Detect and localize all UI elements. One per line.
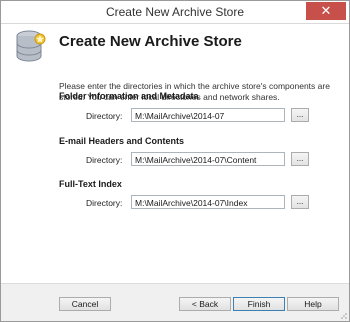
cancel-button[interactable]: Cancel: [59, 297, 111, 311]
page-title: Create New Archive Store: [59, 33, 242, 50]
directory-label-full-text-index: Directory:: [86, 198, 123, 208]
dialog-window: Create New Archive Store ✕ Create New Ar…: [0, 0, 350, 322]
close-button[interactable]: ✕: [306, 2, 346, 20]
finish-button[interactable]: Finish: [233, 297, 285, 311]
footer-divider: [1, 283, 349, 284]
section-title-folder-info: Folder Information and Metadata: [59, 91, 199, 101]
directory-label-email-headers: Directory:: [86, 155, 123, 165]
help-button[interactable]: Help: [287, 297, 339, 311]
window-title: Create New Archive Store: [105, 5, 245, 19]
full-text-index-browse-button[interactable]: ...: [291, 195, 309, 209]
dialog-content: Please enter the directories in which th…: [1, 81, 349, 283]
dialog-header: Create New Archive Store: [1, 24, 349, 81]
email-headers-directory-input[interactable]: M:\MailArchive\2014-07\Content: [131, 152, 285, 166]
resize-grip-icon[interactable]: [339, 311, 347, 319]
email-headers-browse-button[interactable]: ...: [291, 152, 309, 166]
back-button[interactable]: < Back: [179, 297, 231, 311]
title-bar[interactable]: Create New Archive Store ✕: [1, 1, 349, 24]
folder-info-browse-button[interactable]: ...: [291, 108, 309, 122]
folder-info-directory-input[interactable]: M:\MailArchive\2014-07: [131, 108, 285, 122]
section-title-email-headers: E-mail Headers and Contents: [59, 136, 185, 146]
close-icon: ✕: [320, 3, 332, 18]
full-text-index-directory-input[interactable]: M:\MailArchive\2014-07\Index: [131, 195, 285, 209]
directory-label-folder-info: Directory:: [86, 111, 123, 121]
database-icon: [16, 30, 46, 62]
section-title-full-text-index: Full-Text Index: [59, 179, 122, 189]
